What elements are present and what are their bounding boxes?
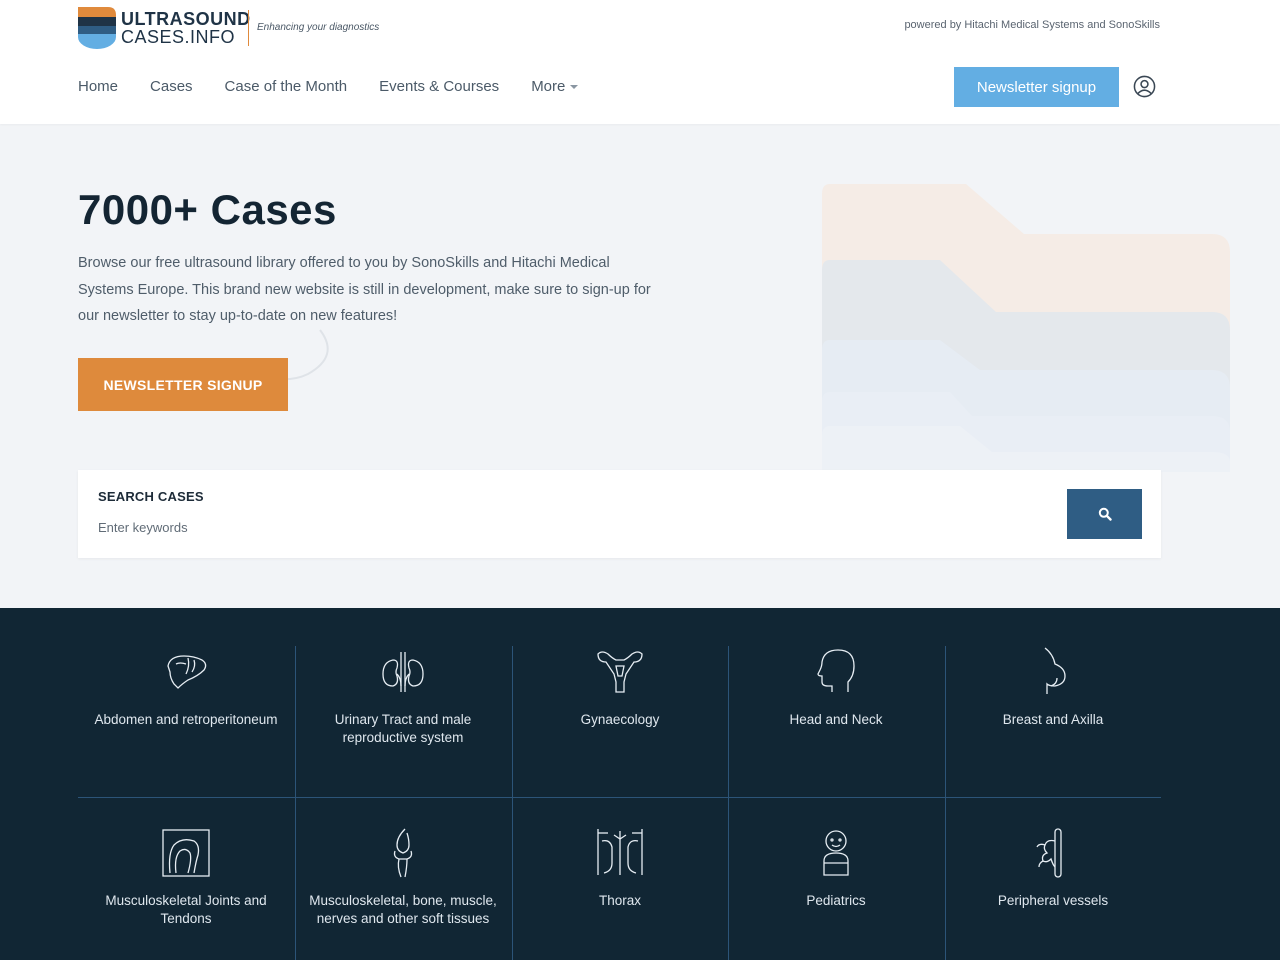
main-nav: Home Cases Case of the Month Events & Co… (78, 78, 610, 95)
powered-by-text: powered by Hitachi Medical Systems and S… (904, 19, 1160, 31)
logo-line-1: ULTRASOUND (121, 9, 251, 29)
logo-divider (248, 10, 249, 46)
nav-more-label: More (531, 78, 566, 95)
search-input[interactable] (98, 516, 998, 538)
category-thorax[interactable]: Thorax (512, 827, 728, 910)
chevron-down-icon (570, 84, 579, 89)
kidneys-icon (382, 652, 424, 692)
site-logo[interactable]: ULTRASOUND CASES.INFO Enhancing your dia… (78, 7, 379, 49)
category-head-neck[interactable]: Head and Neck (728, 646, 944, 729)
head-icon (817, 649, 855, 692)
nav-more-dropdown[interactable]: More (531, 78, 579, 95)
folder-stack-illustration (822, 184, 1230, 472)
search-label: SEARCH CASES (98, 489, 204, 504)
nav-home-label: Home (78, 78, 119, 95)
nav-home[interactable]: Home (78, 78, 118, 95)
logo-wordmark: ULTRASOUND CASES.INFO (121, 10, 251, 46)
search-button[interactable] (1067, 489, 1142, 539)
category-section: Abdomen and retroperitoneum Urinary Trac… (0, 608, 1280, 960)
category-gynaecology[interactable]: Gynaecology (512, 646, 728, 729)
category-label: Abdomen and retroperitoneum (94, 712, 278, 727)
category-breast-axilla[interactable]: Breast and Axilla (945, 646, 1161, 729)
hero-newsletter-signup-button[interactable]: NEWSLETTER SIGNUP (78, 358, 288, 411)
category-label: Musculoskeletal Joints and Tendons (105, 893, 267, 926)
category-peripheral-vessels[interactable]: Peripheral vessels (945, 827, 1161, 910)
thorax-icon (597, 829, 643, 875)
category-label: Head and Neck (789, 712, 883, 727)
breast-icon (1044, 647, 1066, 694)
category-msk-bone-soft-tissue[interactable]: Musculoskeletal, bone, muscle, nerves an… (295, 827, 511, 928)
logo-tagline: Enhancing your diagnostics (257, 22, 380, 33)
category-grid: Abdomen and retroperitoneum Urinary Trac… (78, 646, 1161, 960)
nav-events-courses-label: Events & Courses (379, 78, 500, 95)
vessels-icon (1036, 828, 1062, 878)
grid-divider-horizontal (78, 797, 1161, 798)
category-label: Pediatrics (806, 893, 866, 908)
nav-case-of-the-month[interactable]: Case of the Month (225, 78, 348, 95)
child-icon (823, 830, 849, 876)
hero-description: Browse our free ultrasound library offer… (78, 255, 651, 324)
category-abdomen[interactable]: Abdomen and retroperitoneum (78, 646, 294, 729)
search-panel: SEARCH CASES (78, 470, 1161, 558)
shoulder-joint-icon (162, 829, 210, 877)
search-icon (1098, 507, 1112, 521)
uterus-icon (597, 651, 643, 693)
nav-events-courses[interactable]: Events & Courses (379, 78, 499, 95)
category-label: Gynaecology (580, 712, 660, 727)
category-msk-joints-tendons[interactable]: Musculoskeletal Joints and Tendons (78, 827, 294, 928)
nav-cases-label: Cases (150, 78, 193, 95)
newsletter-signup-button[interactable]: Newsletter signup (954, 67, 1119, 107)
nav-cases[interactable]: Cases (150, 78, 193, 95)
category-label: Peripheral vessels (997, 893, 1109, 908)
site-header: ULTRASOUND CASES.INFO Enhancing your dia… (0, 0, 1280, 124)
knee-bone-icon (393, 828, 413, 878)
category-label: Thorax (598, 893, 642, 908)
category-urinary-tract[interactable]: Urinary Tract and male reproductive syst… (295, 646, 511, 747)
logo-mark-icon (78, 7, 116, 49)
category-label: Urinary Tract and male reproductive syst… (334, 712, 472, 745)
nav-case-of-the-month-label: Case of the Month (224, 78, 348, 95)
liver-icon (167, 655, 207, 689)
user-account-icon[interactable] (1133, 75, 1156, 98)
category-label: Breast and Axilla (1002, 712, 1104, 727)
logo-line-2: CASES.INFO (121, 27, 236, 47)
hero-title: 7000+ Cases (78, 186, 337, 233)
category-label: Musculoskeletal, bone, muscle, nerves an… (309, 893, 497, 926)
category-pediatrics[interactable]: Pediatrics (728, 827, 944, 910)
